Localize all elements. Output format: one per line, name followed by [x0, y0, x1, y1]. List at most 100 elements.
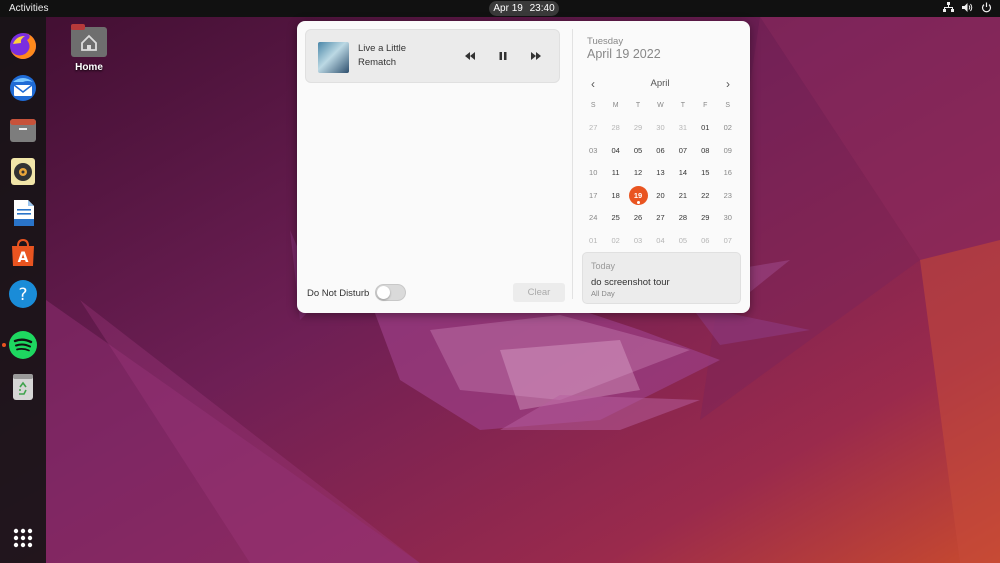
calendar-day[interactable]: 22 [694, 191, 716, 200]
calendar-day-number: 11 [611, 168, 620, 178]
calendar-day[interactable]: 14 [672, 168, 694, 177]
dock-firefox[interactable] [7, 30, 39, 62]
calendar-day[interactable]: 05 [627, 146, 649, 155]
calendar-day[interactable]: 24 [582, 213, 604, 222]
calendar-day[interactable]: 31 [672, 123, 694, 132]
calendar-day-number: 18 [611, 190, 620, 200]
skip-back-icon [464, 52, 475, 60]
calendar-day[interactable]: 02 [717, 123, 739, 132]
calendar-day-number: 04 [611, 145, 620, 155]
show-apps-button[interactable] [7, 522, 39, 554]
calendar-day[interactable]: 03 [627, 236, 649, 245]
previous-month-button[interactable]: ‹ [591, 77, 595, 91]
dock-writer[interactable] [7, 197, 39, 229]
calendar-day-number: 27 [589, 123, 598, 133]
calendar-day[interactable]: 16 [717, 168, 739, 177]
calendar-day[interactable]: 01 [694, 123, 716, 132]
rhythmbox-icon [11, 158, 35, 185]
activities-button[interactable]: Activities [9, 3, 48, 14]
calendar-day-number: 24 [589, 213, 598, 223]
app-grid-icon [13, 528, 33, 548]
calendar-day-number: 03 [633, 235, 643, 245]
calendar-day[interactable]: 23 [717, 191, 739, 200]
calendar-day-today[interactable]: 19 [627, 185, 649, 205]
calendar-day-number: 23 [723, 190, 732, 200]
calendar-day[interactable]: 09 [717, 146, 739, 155]
dock-rhythmbox[interactable] [7, 155, 39, 187]
skip-forward-icon [530, 52, 541, 60]
calendar-day[interactable]: 18 [604, 191, 626, 200]
next-month-button[interactable]: › [726, 77, 730, 91]
calendar-day[interactable]: 25 [604, 213, 626, 222]
calendar-day[interactable]: 06 [694, 236, 716, 245]
system-tray[interactable] [943, 2, 992, 13]
dock-trash[interactable] [7, 371, 39, 403]
dnd-toggle[interactable] [375, 284, 406, 301]
calendar-day-number: 16 [723, 168, 732, 178]
calendar-day[interactable]: 29 [627, 123, 649, 132]
dock-help[interactable]: ? [7, 278, 39, 310]
weekday-label: M [612, 101, 619, 109]
calendar-day[interactable]: 15 [694, 168, 716, 177]
top-bar: Activities Apr 19 23:40 [0, 0, 1000, 17]
dock-app-center[interactable]: A [7, 237, 39, 269]
calendar-day[interactable]: 04 [649, 236, 671, 245]
calendar-day[interactable]: 27 [649, 213, 671, 222]
dock-spotify[interactable] [7, 329, 39, 361]
calendar-day[interactable]: 01 [582, 236, 604, 245]
calendar-day[interactable]: 05 [672, 236, 694, 245]
calendar-day[interactable]: 12 [627, 168, 649, 177]
previous-track-button[interactable] [462, 49, 478, 63]
play-pause-button[interactable] [495, 49, 511, 63]
calendar-day[interactable]: 21 [672, 191, 694, 200]
weekday-label: T [635, 101, 641, 109]
calendar-day-number: 28 [678, 213, 688, 223]
desktop-home-icon[interactable]: Home [66, 24, 112, 73]
calendar-day[interactable]: 07 [717, 236, 739, 245]
clear-notifications-button[interactable]: Clear [513, 283, 565, 302]
calendar-day[interactable]: 11 [604, 168, 626, 177]
events-section[interactable]: Today do screenshot tour All Day [582, 252, 741, 304]
thunderbird-icon [10, 75, 36, 101]
calendar-day[interactable]: 17 [582, 191, 604, 200]
calendar-day-number: 07 [678, 145, 688, 155]
calendar-day[interactable]: 26 [627, 213, 649, 222]
current-full-date: April 19 2022 [587, 47, 661, 61]
calendar-day-number: 26 [633, 213, 643, 223]
calendar-day[interactable]: 08 [694, 146, 716, 155]
calendar-weekday-header: SMTWTFS [582, 94, 739, 117]
calendar-week-row: 17 18 19 20 21 22 23 [582, 184, 739, 207]
calendar-day[interactable]: 28 [604, 123, 626, 132]
calendar-day-number: 06 [701, 235, 710, 245]
dnd-toggle-knob [377, 286, 390, 299]
calendar-day-number: 25 [611, 213, 620, 223]
clock-button[interactable]: Apr 19 23:40 [489, 1, 559, 16]
libreoffice-writer-icon [14, 200, 34, 226]
date-menu-popup: Live a Little Rematch Do Not Disturb Cle… [297, 21, 750, 313]
dock-thunderbird[interactable] [7, 72, 39, 104]
calendar-day[interactable]: 13 [649, 168, 671, 177]
track-artist: Rematch [358, 57, 397, 68]
calendar-day[interactable]: 06 [649, 146, 671, 155]
calendar-day[interactable]: 30 [717, 213, 739, 222]
calendar-day-number: 01 [589, 235, 598, 245]
calendar-day[interactable]: 02 [604, 236, 626, 245]
dock-files[interactable] [7, 114, 39, 146]
calendar-day[interactable]: 30 [649, 123, 671, 132]
calendar-day[interactable]: 10 [582, 168, 604, 177]
calendar-day-number: 12 [633, 168, 643, 178]
calendar-day[interactable]: 03 [582, 146, 604, 155]
calendar-day-number: 01 [701, 123, 710, 133]
weekday-label: S [590, 101, 596, 109]
home-folder-icon [71, 24, 107, 57]
calendar-day[interactable]: 27 [582, 123, 604, 132]
calendar-day[interactable]: 28 [672, 213, 694, 222]
next-track-button[interactable] [528, 49, 544, 63]
power-icon [981, 2, 992, 13]
calendar-day[interactable]: 20 [649, 191, 671, 200]
calendar-day-number: 06 [656, 145, 665, 155]
calendar-day[interactable]: 07 [672, 146, 694, 155]
media-player-card[interactable]: Live a Little Rematch [305, 29, 560, 83]
calendar-day[interactable]: 29 [694, 213, 716, 222]
calendar-day[interactable]: 04 [604, 146, 626, 155]
